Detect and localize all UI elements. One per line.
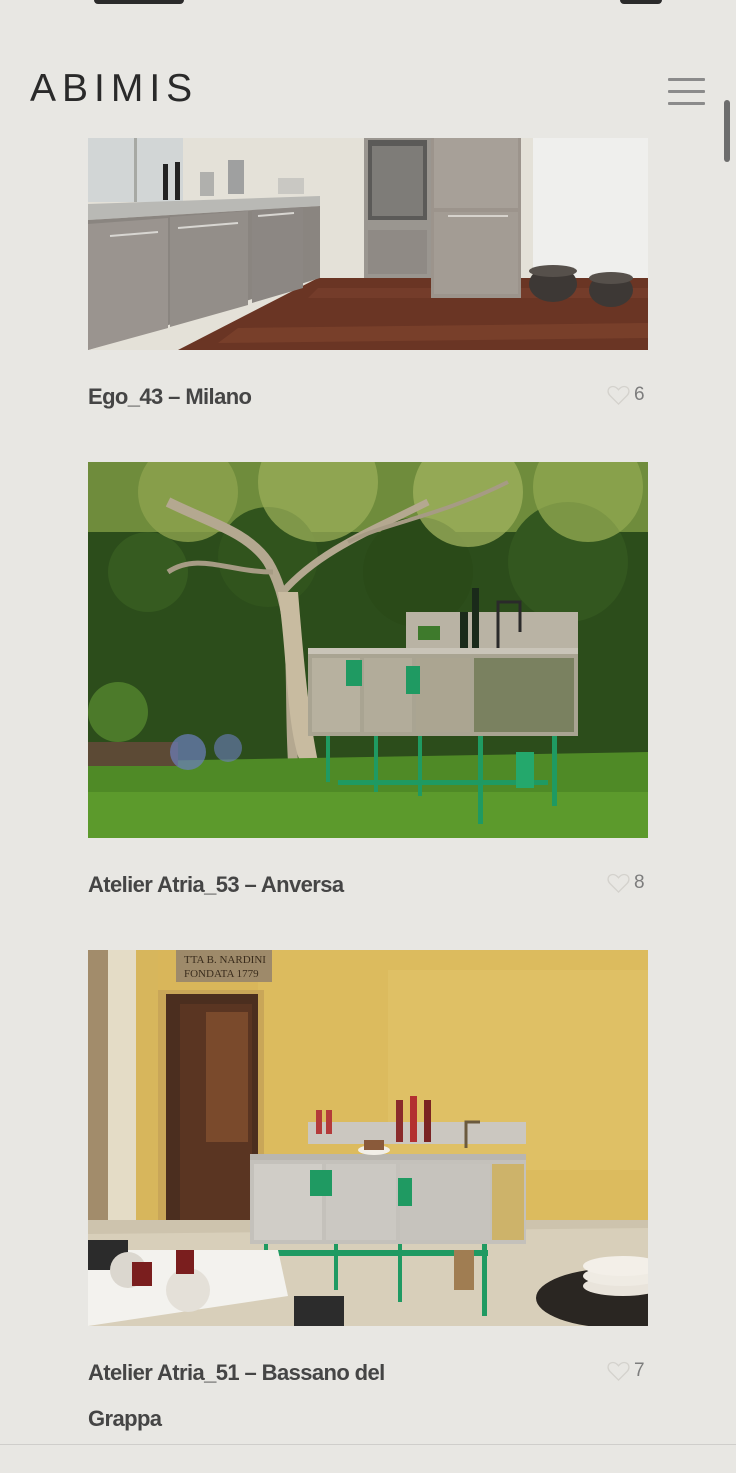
heart-outline-icon — [607, 1361, 630, 1381]
project-title[interactable]: Atelier Atria_53 – Anversa — [88, 862, 344, 908]
like-count: 6 — [634, 384, 645, 405]
hamburger-menu-icon[interactable] — [664, 74, 710, 108]
project-title[interactable]: Ego_43 – Milano — [88, 374, 252, 420]
heart-outline-icon — [607, 385, 630, 405]
like-count: 7 — [634, 1360, 645, 1381]
svg-text:FONDATA 1779: FONDATA 1779 — [184, 968, 259, 980]
project-title[interactable]: Atelier Atria_51 – Bassano del Grappa — [88, 1350, 428, 1442]
like-count: 8 — [634, 872, 645, 893]
project-image-atelier-atria-53[interactable] — [88, 462, 648, 838]
heart-outline-icon — [607, 873, 630, 893]
like-button[interactable]: 6 — [607, 380, 651, 410]
project-image-ego-43[interactable] — [88, 138, 648, 350]
scrollbar-thumb[interactable] — [724, 100, 730, 162]
brand-logo[interactable]: ABIMIS — [30, 66, 198, 112]
project-image-atelier-atria-51[interactable]: TTA B. NARDINI FONDATA 1779 — [88, 950, 648, 1326]
svg-text:TTA B. NARDINI: TTA B. NARDINI — [184, 954, 266, 966]
site-header: ABIMIS — [0, 0, 736, 138]
like-button[interactable]: 8 — [607, 868, 651, 898]
bottom-bar — [0, 1444, 736, 1473]
like-button[interactable]: 7 — [607, 1356, 651, 1386]
